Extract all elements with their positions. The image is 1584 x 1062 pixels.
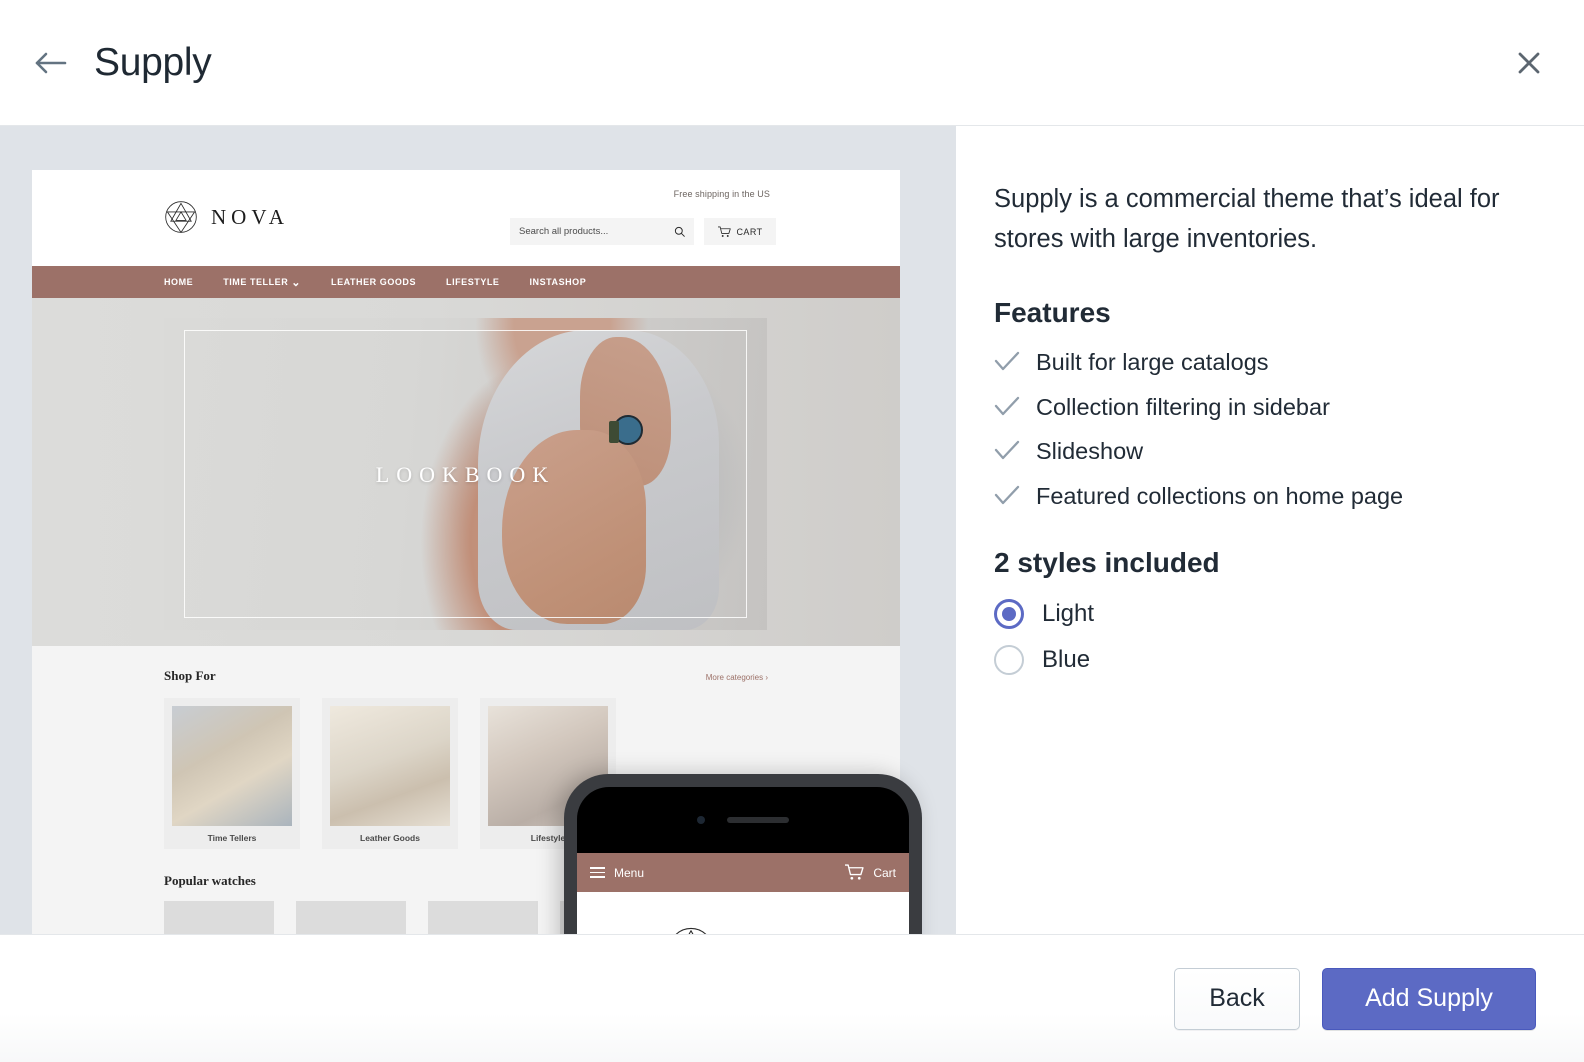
product-card[interactable] <box>296 901 406 934</box>
nav-item-leather-goods[interactable]: LEATHER GOODS <box>331 277 416 287</box>
modal-body: Free shipping in the US NOVA Search all … <box>0 126 1584 934</box>
announcement-text: Free shipping in the US <box>673 189 770 199</box>
storefront-nav: HOME TIME TELLER ⌄ LEATHER GOODS LIFESTYL… <box>32 266 900 298</box>
mobile-header-bar: Menu Cart <box>577 853 909 892</box>
mobile-preview: Menu Cart <box>564 774 922 934</box>
product-card[interactable] <box>428 901 538 934</box>
theme-detail-modal: Supply Free shipping in the US NOVA Sear… <box>0 0 1584 1062</box>
cart-icon <box>717 226 731 237</box>
store-name: NOVA <box>211 204 289 229</box>
close-icon <box>1518 52 1540 73</box>
category-image <box>172 706 292 826</box>
feature-label: Collection filtering in sidebar <box>1036 393 1330 420</box>
mobile-store-logo: NOVA <box>577 926 909 934</box>
check-icon <box>994 351 1020 378</box>
storefront-header: Free shipping in the US NOVA Search all … <box>32 170 900 266</box>
search-input[interactable] <box>519 226 674 237</box>
storefront-search[interactable] <box>510 218 694 245</box>
theme-preview-pane: Free shipping in the US NOVA Search all … <box>0 126 956 934</box>
mobile-cart-label: Cart <box>873 865 896 880</box>
hero-image: LOOKBOOK <box>164 318 767 630</box>
category-card[interactable]: Time Tellers <box>164 698 300 849</box>
store-logo: NOVA <box>164 200 289 234</box>
nav-label: INSTASHOP <box>529 277 587 287</box>
product-card[interactable] <box>164 901 274 934</box>
nav-label: TIME TELLER <box>223 277 289 287</box>
style-label: Light <box>1042 599 1095 627</box>
feature-item: Featured collections on home page <box>994 481 1536 513</box>
features-heading: Features <box>994 297 1111 329</box>
style-option-light[interactable]: Light <box>994 598 1536 629</box>
close-button[interactable] <box>1506 40 1552 86</box>
modal-footer: Back Add Supply <box>0 934 1584 1062</box>
nav-label: LIFESTYLE <box>446 277 500 287</box>
arrow-left-icon <box>35 52 67 73</box>
feature-label: Slideshow <box>1036 438 1144 465</box>
nova-triangle-logo-icon <box>676 927 707 934</box>
modal-header: Supply <box>0 0 1584 126</box>
cart-label: CART <box>736 226 763 237</box>
nav-item-lifestyle[interactable]: LIFESTYLE <box>446 277 499 287</box>
styles-heading: 2 styles included <box>994 546 1220 578</box>
mobile-page-body: NOVA Free shipping in the US <box>577 892 909 934</box>
shop-for-header: Shop For More categories › <box>32 668 900 684</box>
cart-icon <box>845 864 864 880</box>
theme-info-pane: Supply is a commercial theme that’s idea… <box>956 126 1584 934</box>
style-option-blue[interactable]: Blue <box>994 644 1536 675</box>
feature-item: Slideshow <box>994 436 1536 468</box>
nav-label: HOME <box>164 277 194 287</box>
phone-speaker <box>727 817 789 823</box>
storefront-hero: LOOKBOOK <box>32 298 900 646</box>
chevron-down-icon: ⌄ <box>291 276 302 289</box>
more-categories-link[interactable]: More categories › <box>706 673 768 682</box>
feature-label: Featured collections on home page <box>1036 483 1404 510</box>
shop-for-title: Shop For <box>164 668 216 683</box>
category-image <box>330 706 450 826</box>
page-title: Supply <box>94 40 212 84</box>
category-card[interactable]: Leather Goods <box>322 698 458 849</box>
back-button-footer[interactable]: Back <box>1174 967 1300 1030</box>
mobile-cart-button[interactable]: Cart <box>845 864 896 881</box>
storefront-cart-button[interactable]: CART <box>704 218 776 245</box>
feature-item: Built for large catalogs <box>994 347 1536 379</box>
category-label: Time Tellers <box>207 833 257 843</box>
radio-button[interactable] <box>994 644 1024 675</box>
check-icon <box>994 440 1020 467</box>
hamburger-icon <box>590 867 605 878</box>
check-icon <box>994 485 1020 512</box>
category-label: Leather Goods <box>360 833 420 843</box>
phone-camera-icon <box>697 816 705 824</box>
feature-item: Collection filtering in sidebar <box>994 392 1536 424</box>
style-label: Blue <box>1042 645 1091 673</box>
nav-item-time-teller[interactable]: TIME TELLER ⌄ <box>223 276 301 289</box>
mobile-menu-button[interactable]: Menu <box>590 866 644 880</box>
hero-title: LOOKBOOK <box>375 461 556 487</box>
phone-notch <box>577 787 909 853</box>
nav-item-instashop[interactable]: INSTASHOP <box>529 277 586 287</box>
mobile-menu-label: Menu <box>614 865 645 880</box>
back-button[interactable] <box>28 40 74 86</box>
theme-description: Supply is a commercial theme that’s idea… <box>994 185 1500 253</box>
nav-item-home[interactable]: HOME <box>164 277 193 287</box>
check-icon <box>994 396 1020 423</box>
nav-label: LEATHER GOODS <box>331 277 417 287</box>
feature-label: Built for large catalogs <box>1036 349 1269 376</box>
search-icon <box>674 226 685 237</box>
phone-screen-frame: Menu Cart <box>577 787 909 934</box>
radio-button-selected[interactable] <box>994 598 1024 629</box>
add-supply-button[interactable]: Add Supply <box>1322 967 1536 1030</box>
nova-triangle-logo-icon <box>165 201 197 234</box>
